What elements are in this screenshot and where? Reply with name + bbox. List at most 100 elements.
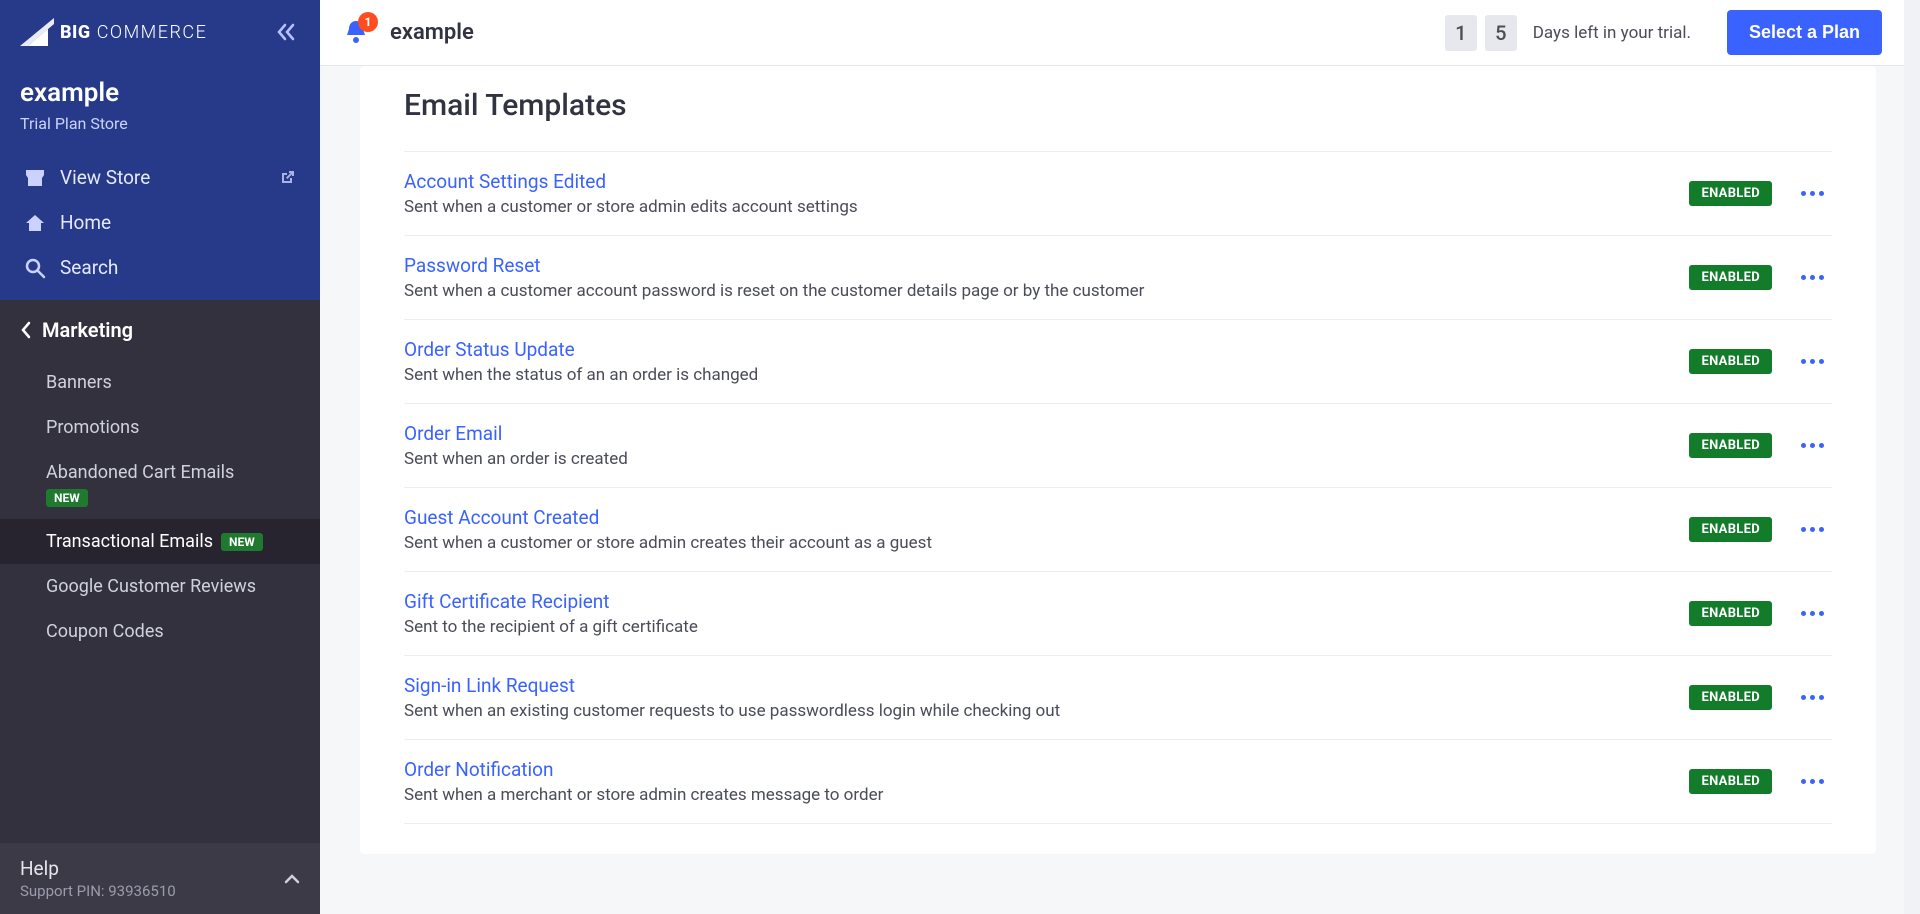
sidebar-submenu-scroll[interactable]: Marketing Banners Promotions Abandoned Car…	[0, 300, 320, 843]
sidebar-item-label: Abandoned Cart Emails	[46, 462, 234, 483]
chevron-up-icon	[284, 873, 300, 885]
row-actions-button[interactable]	[1792, 359, 1832, 364]
row-actions-button[interactable]	[1792, 611, 1832, 616]
notifications-button[interactable]: 1	[342, 18, 372, 48]
template-title-link[interactable]: Guest Account Created	[404, 506, 599, 529]
brand-logo[interactable]: BIGCOMMERCE	[20, 18, 207, 46]
status-badge: ENABLED	[1689, 517, 1772, 542]
row-actions-button[interactable]	[1792, 443, 1832, 448]
content-scroll[interactable]: Email Templates Account Settings Edited S…	[320, 66, 1904, 914]
sidebar-item-transactional-emails[interactable]: Transactional Emails NEW	[0, 519, 320, 564]
template-description: Sent when an order is created	[404, 449, 1669, 469]
template-row: Password Reset Sent when a customer accou…	[404, 236, 1832, 320]
row-actions-button[interactable]	[1792, 695, 1832, 700]
logo-icon	[20, 18, 54, 46]
template-row: Gift Certificate Recipient Sent to the re…	[404, 572, 1832, 656]
status-badge: ENABLED	[1689, 181, 1772, 206]
search-icon	[24, 257, 46, 279]
trial-digit-2: 5	[1485, 15, 1517, 51]
more-horizontal-icon	[1801, 695, 1824, 700]
section-back[interactable]: Marketing	[0, 300, 320, 360]
select-plan-button[interactable]: Select a Plan	[1727, 10, 1882, 55]
sidebar-help-text: Help Support PIN: 93936510	[20, 857, 176, 900]
sidebar-help[interactable]: Help Support PIN: 93936510	[0, 843, 320, 914]
help-pin: Support PIN: 93936510	[20, 882, 176, 900]
template-info: Gift Certificate Recipient Sent to the re…	[404, 590, 1669, 637]
nav-search[interactable]: Search	[20, 245, 300, 290]
sidebar-item-label: Promotions	[46, 417, 139, 438]
brand-text-light: COMMERCE	[97, 22, 208, 43]
template-list: Account Settings Edited Sent when a custo…	[404, 151, 1832, 824]
template-row: Account Settings Edited Sent when a custo…	[404, 152, 1832, 236]
trial-digit-1: 1	[1445, 15, 1477, 51]
new-badge: NEW	[46, 489, 88, 507]
template-title-link[interactable]: Account Settings Edited	[404, 170, 606, 193]
sidebar-item-google-customer-reviews[interactable]: Google Customer Reviews	[0, 564, 320, 609]
status-badge: ENABLED	[1689, 601, 1772, 626]
nav-search-label: Search	[60, 256, 118, 279]
window-scrollbar[interactable]	[1904, 0, 1920, 914]
template-info: Password Reset Sent when a customer accou…	[404, 254, 1669, 301]
template-title-link[interactable]: Order Status Update	[404, 338, 575, 361]
nav-home[interactable]: Home	[20, 200, 300, 245]
template-description: Sent when an existing customer requests …	[404, 701, 1669, 721]
template-info: Account Settings Edited Sent when a custo…	[404, 170, 1669, 217]
template-description: Sent when a customer account password is…	[404, 281, 1669, 301]
template-info: Order Status Update Sent when the status …	[404, 338, 1669, 385]
external-link-icon	[278, 169, 296, 187]
page-title: Email Templates	[404, 78, 1832, 151]
sidebar-item-coupon-codes[interactable]: Coupon Codes	[0, 609, 320, 654]
help-title: Help	[20, 857, 176, 880]
chevron-left-icon	[20, 321, 32, 339]
sidebar-item-banners[interactable]: Banners	[0, 360, 320, 405]
sidebar-item-label: Coupon Codes	[46, 621, 164, 642]
chevron-double-left-icon	[276, 23, 296, 41]
template-row: Sign-in Link Request Sent when an existin…	[404, 656, 1832, 740]
template-description: Sent to the recipient of a gift certific…	[404, 617, 1669, 637]
more-horizontal-icon	[1801, 275, 1824, 280]
more-horizontal-icon	[1801, 779, 1824, 784]
email-templates-card: Email Templates Account Settings Edited S…	[360, 66, 1876, 854]
app-root: BIGCOMMERCE example Trial Plan Store Vie…	[0, 0, 1920, 914]
more-horizontal-icon	[1801, 191, 1824, 196]
template-title-link[interactable]: Order Email	[404, 422, 502, 445]
breadcrumb[interactable]: example	[390, 20, 474, 45]
template-info: Guest Account CreatedSent when a custome…	[404, 506, 1669, 553]
nav-view-store[interactable]: View Store	[20, 155, 300, 200]
more-horizontal-icon	[1801, 443, 1824, 448]
brand-row: BIGCOMMERCE	[20, 18, 300, 46]
template-description: Sent when the status of an an order is c…	[404, 365, 1669, 385]
more-horizontal-icon	[1801, 359, 1824, 364]
nav-view-store-label: View Store	[60, 166, 150, 189]
notifications-count: 1	[358, 12, 378, 32]
template-title-link[interactable]: Order Notification	[404, 758, 553, 781]
sidebar-item-label: Transactional Emails	[46, 531, 213, 552]
status-badge: ENABLED	[1689, 349, 1772, 374]
template-title-link[interactable]: Sign-in Link Request	[404, 674, 575, 697]
template-row: Guest Account CreatedSent when a custome…	[404, 488, 1832, 572]
sidebar-top: BIGCOMMERCE example Trial Plan Store Vie…	[0, 0, 320, 300]
status-badge: ENABLED	[1689, 685, 1772, 710]
template-title-link[interactable]: Gift Certificate Recipient	[404, 590, 610, 613]
main: 1 example 1 5 Days left in your trial. S…	[320, 0, 1904, 914]
sidebar-collapse-button[interactable]	[272, 18, 300, 46]
more-horizontal-icon	[1801, 611, 1824, 616]
row-actions-button[interactable]	[1792, 191, 1832, 196]
status-badge: ENABLED	[1689, 265, 1772, 290]
row-actions-button[interactable]	[1792, 779, 1832, 784]
home-icon	[24, 213, 46, 233]
nav-home-label: Home	[60, 211, 111, 234]
sidebar-item-promotions[interactable]: Promotions	[0, 405, 320, 450]
more-horizontal-icon	[1801, 527, 1824, 532]
sidebar-item-label: Banners	[46, 372, 112, 393]
sidebar-item-abandoned-cart-emails[interactable]: Abandoned Cart Emails NEW	[0, 450, 320, 519]
trial-countdown: 1 5 Days left in your trial.	[1445, 15, 1691, 51]
new-badge: NEW	[221, 533, 263, 551]
row-actions-button[interactable]	[1792, 275, 1832, 280]
row-actions-button[interactable]	[1792, 527, 1832, 532]
template-title-link[interactable]: Password Reset	[404, 254, 541, 277]
template-row: Order Email Sent when an order is created…	[404, 404, 1832, 488]
template-description: Sent when a customer or store admin edit…	[404, 197, 1669, 217]
sidebar-item-label: Google Customer Reviews	[46, 576, 256, 597]
topbar: 1 example 1 5 Days left in your trial. S…	[320, 0, 1904, 66]
